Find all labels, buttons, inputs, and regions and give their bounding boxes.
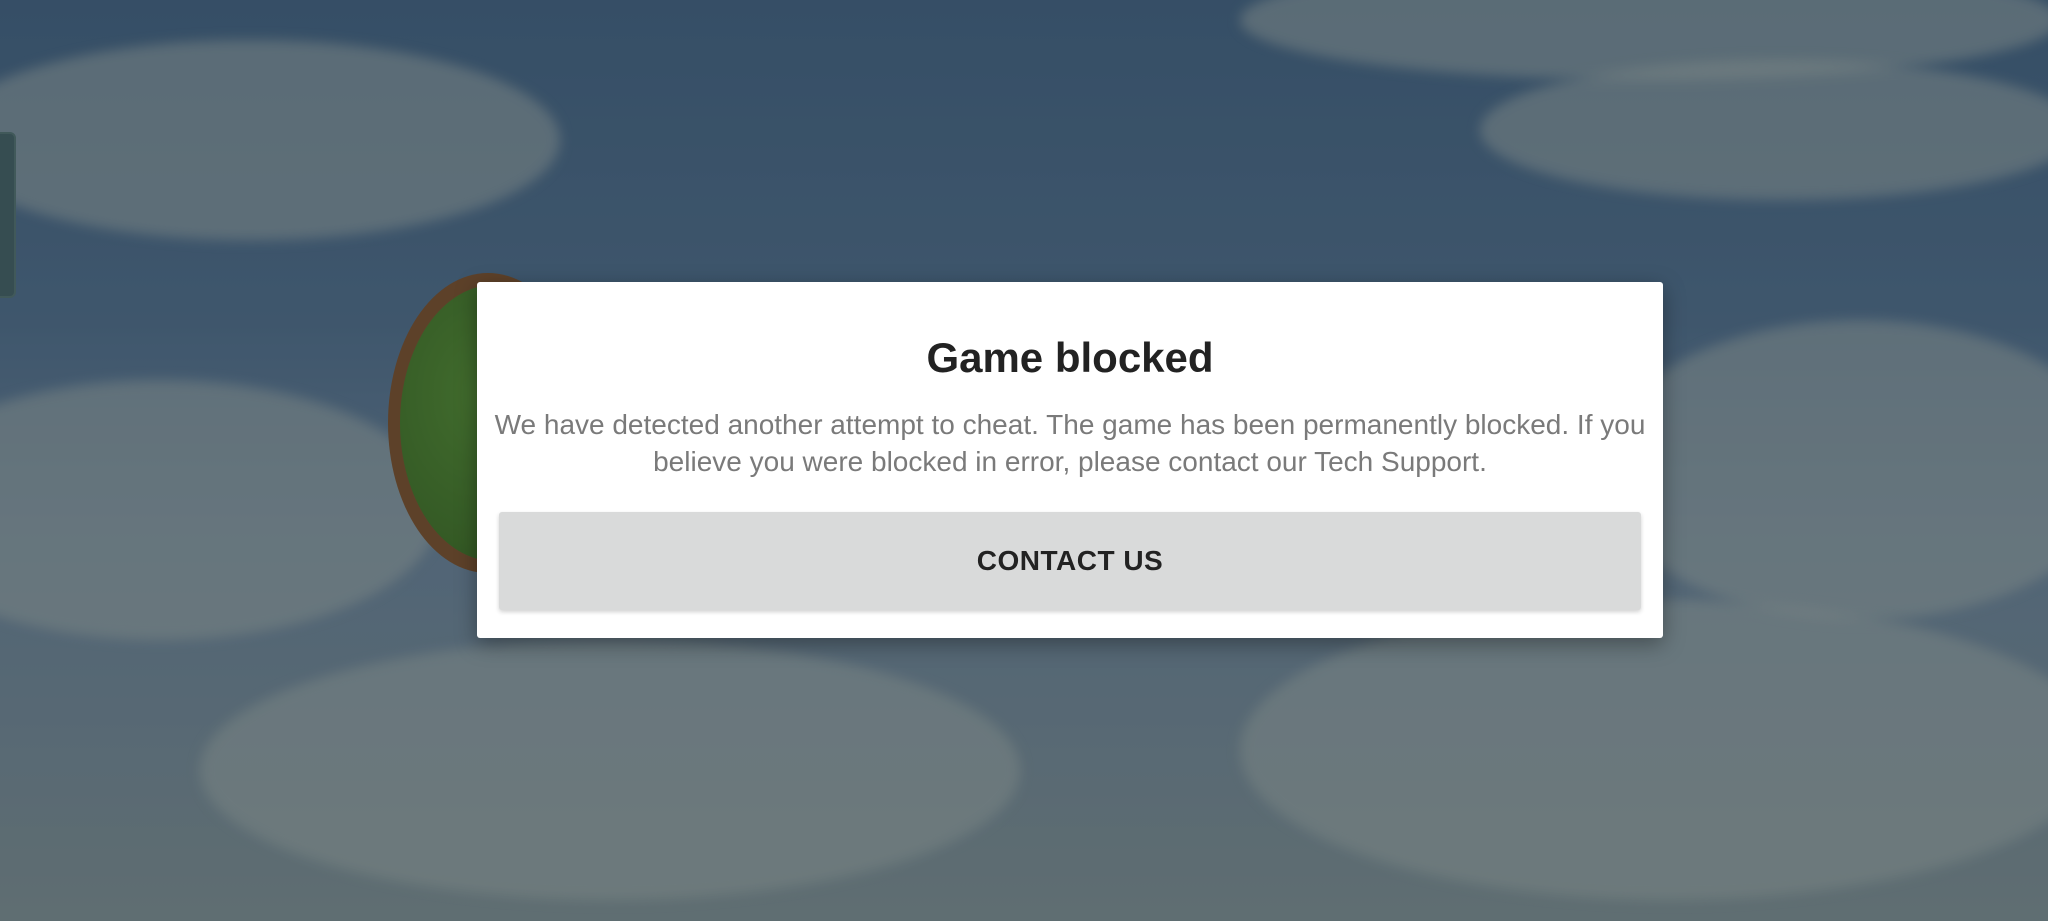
contact-us-button-label: CONTACT US	[976, 545, 1164, 576]
contact-us-button[interactable]: CONTACT US	[499, 512, 1641, 610]
dialog-title: Game blocked	[926, 334, 1214, 381]
game-blocked-dialog: Game blocked We have detected another at…	[477, 282, 1663, 638]
dialog-message: We have detected another attempt to chea…	[494, 409, 1646, 477]
game-screen: Game blocked We have detected another at…	[0, 0, 2048, 921]
